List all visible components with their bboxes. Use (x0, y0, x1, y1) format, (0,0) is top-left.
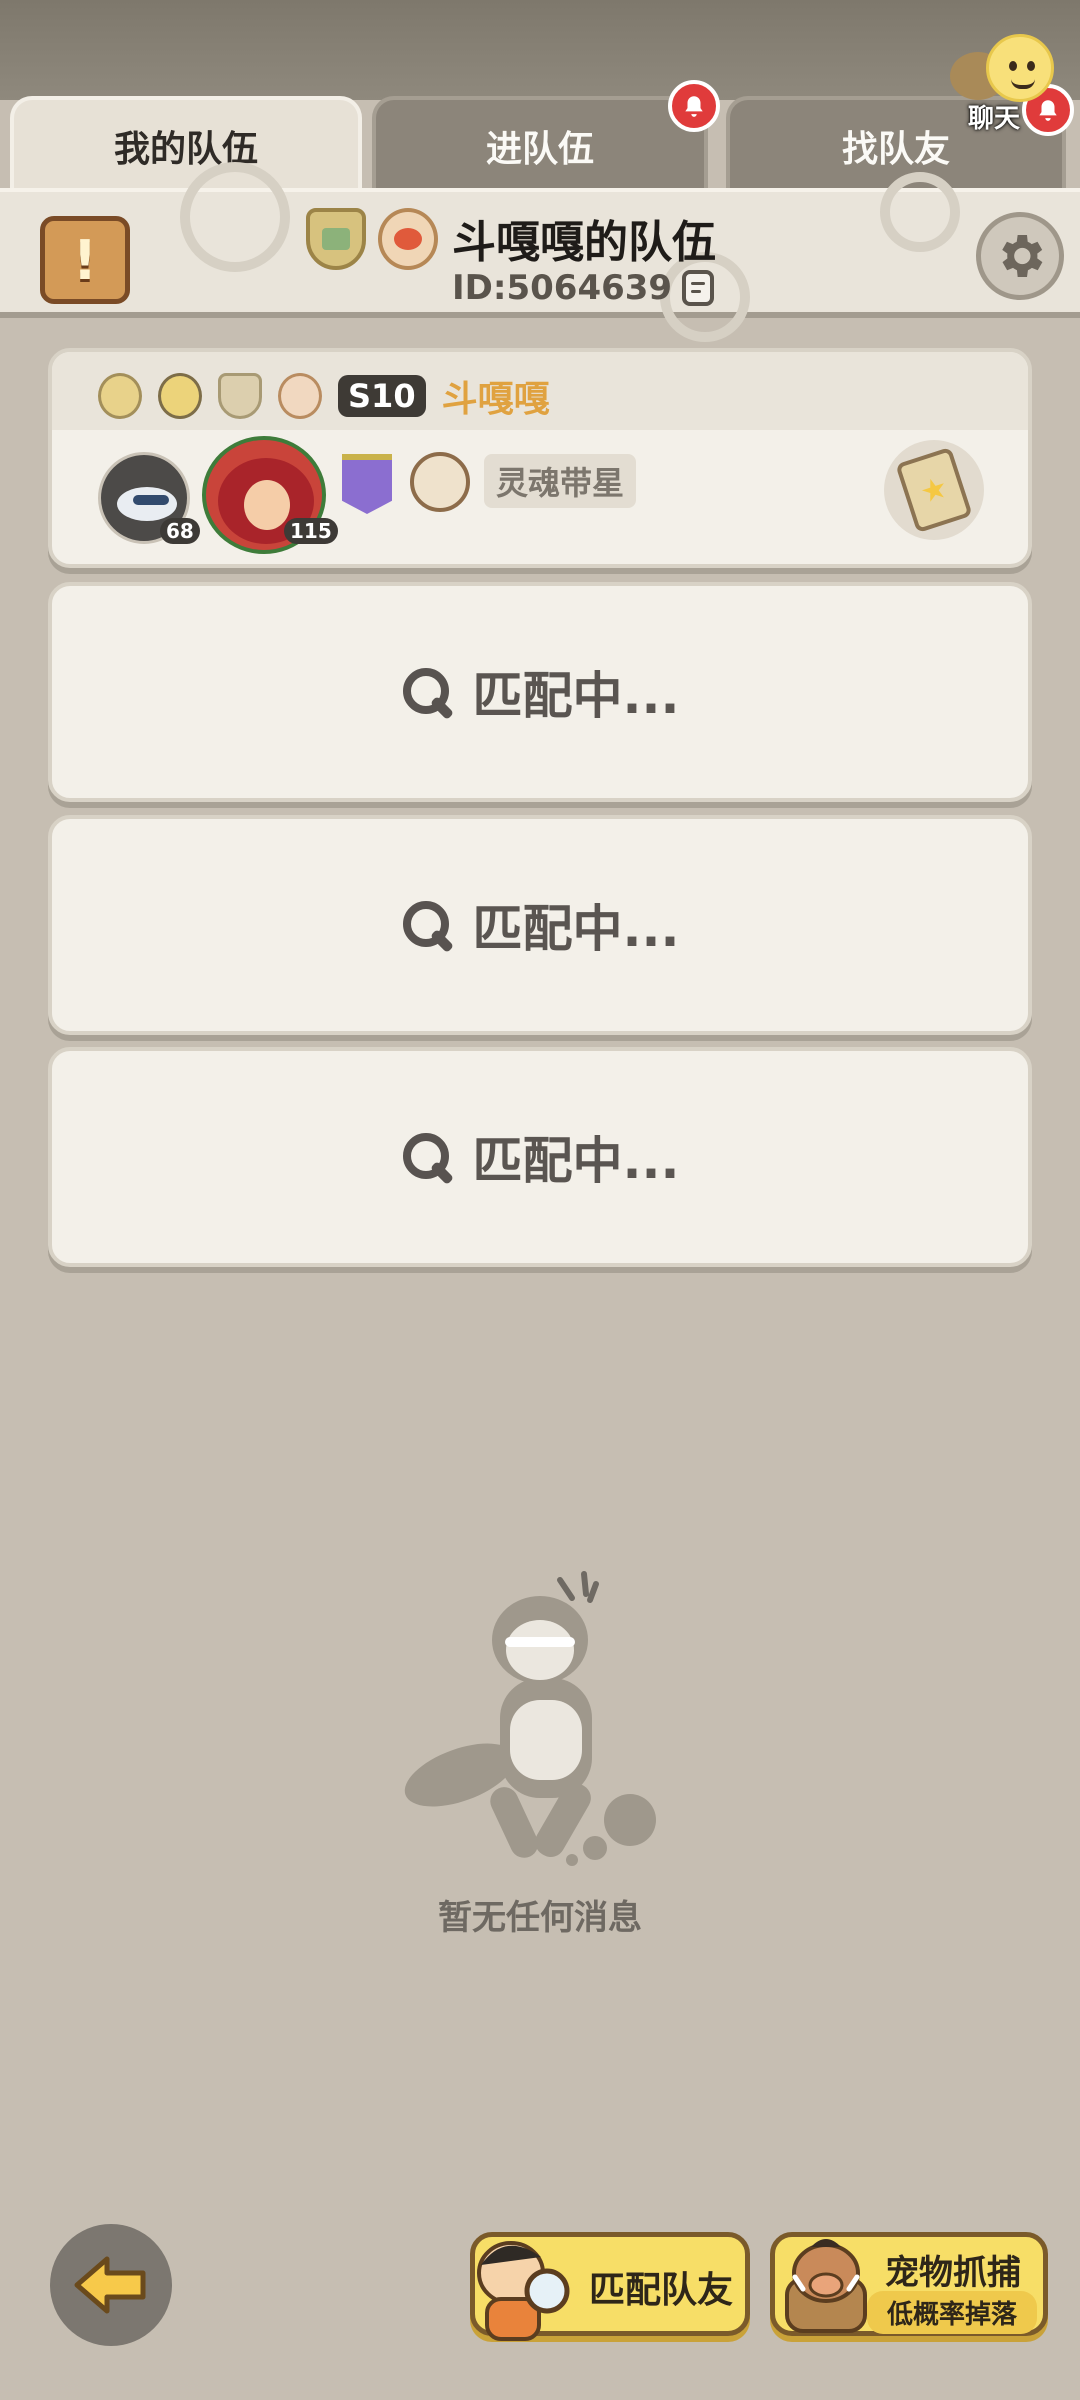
pointing-card-icon: ★ (895, 446, 973, 534)
pet-capture-title: 宠物抓捕 (885, 2253, 1021, 2293)
match-teammate-button[interactable]: 匹配队友 (470, 2232, 750, 2341)
emblem-badge-icon (278, 373, 322, 419)
chat-button[interactable]: 聊天 (950, 30, 1060, 140)
gear-icon (1002, 235, 1043, 277)
soul-star-icon (410, 452, 470, 512)
matching-slot: 匹配中... (48, 582, 1032, 802)
team-id-row: ID:5064639 (452, 268, 715, 308)
team-member-card[interactable]: S10 斗嘎嘎 68 115 灵魂带星 ★ (48, 348, 1032, 568)
empty-message: 暂无任何消息 (438, 1898, 642, 1938)
tab-join-team[interactable]: 进队伍 (372, 96, 708, 192)
kid-magnifier-icon (477, 2241, 570, 2341)
matching-text: 匹配中... (472, 900, 680, 958)
copy-icon[interactable] (682, 270, 715, 306)
notification-bell-icon (668, 80, 720, 132)
pet-level: 68 (160, 518, 200, 544)
match-teammate-label: 匹配队友 (589, 2270, 734, 2311)
settings-button[interactable] (976, 212, 1064, 300)
soul-star-label: 灵魂带星 (484, 454, 637, 508)
tab-join-team-label: 进队伍 (485, 129, 594, 170)
team-shield-badge-icon (306, 208, 366, 270)
tab-my-team[interactable]: 我的队伍 (10, 96, 362, 192)
smiley-icon (986, 34, 1054, 102)
hint-card-button[interactable]: ★ (884, 440, 984, 540)
matching-slot: 匹配中... (48, 815, 1032, 1035)
team-header: ! 斗嘎嘎的队伍 ID:5064639 (0, 162, 1080, 342)
pet-capture-button[interactable]: 宠物抓捕 低概率掉落 (770, 2232, 1048, 2336)
shield-badge-icon (218, 373, 262, 419)
guild-banner-icon (342, 454, 392, 514)
chat-label: 聊天 (968, 104, 1021, 134)
matching-text: 匹配中... (472, 667, 680, 725)
search-icon (401, 666, 453, 718)
top-bar (0, 0, 1080, 100)
search-icon (401, 1131, 453, 1183)
team-badges (306, 208, 438, 270)
hero-level: 115 (284, 518, 338, 544)
search-icon (401, 899, 453, 951)
boar-icon (785, 2239, 867, 2333)
season-tag: S10 (338, 375, 426, 417)
back-button[interactable] (50, 2224, 172, 2346)
team-id: ID:5064639 (452, 268, 673, 308)
member-badges: S10 斗嘎嘎 (98, 370, 550, 422)
duck-badge-icon (158, 373, 202, 419)
running-caveman-illustration (404, 1571, 656, 1866)
team-name: 斗嘎嘎的队伍 (452, 217, 716, 268)
back-arrow-icon (74, 2256, 146, 2314)
rank-badge-icon (98, 373, 142, 419)
tab-find-teammate-label: 找队友 (841, 129, 950, 170)
exclamation-icon: ! (72, 228, 98, 292)
pet-capture-subtitle: 低概率掉落 (867, 2291, 1037, 2334)
team-emblem-badge-icon (378, 208, 438, 270)
notice-scroll-button[interactable]: ! (40, 216, 130, 304)
member-name: 斗嘎嘎 (441, 379, 550, 420)
matching-text: 匹配中... (472, 1132, 680, 1190)
matching-slot: 匹配中... (48, 1047, 1032, 1267)
